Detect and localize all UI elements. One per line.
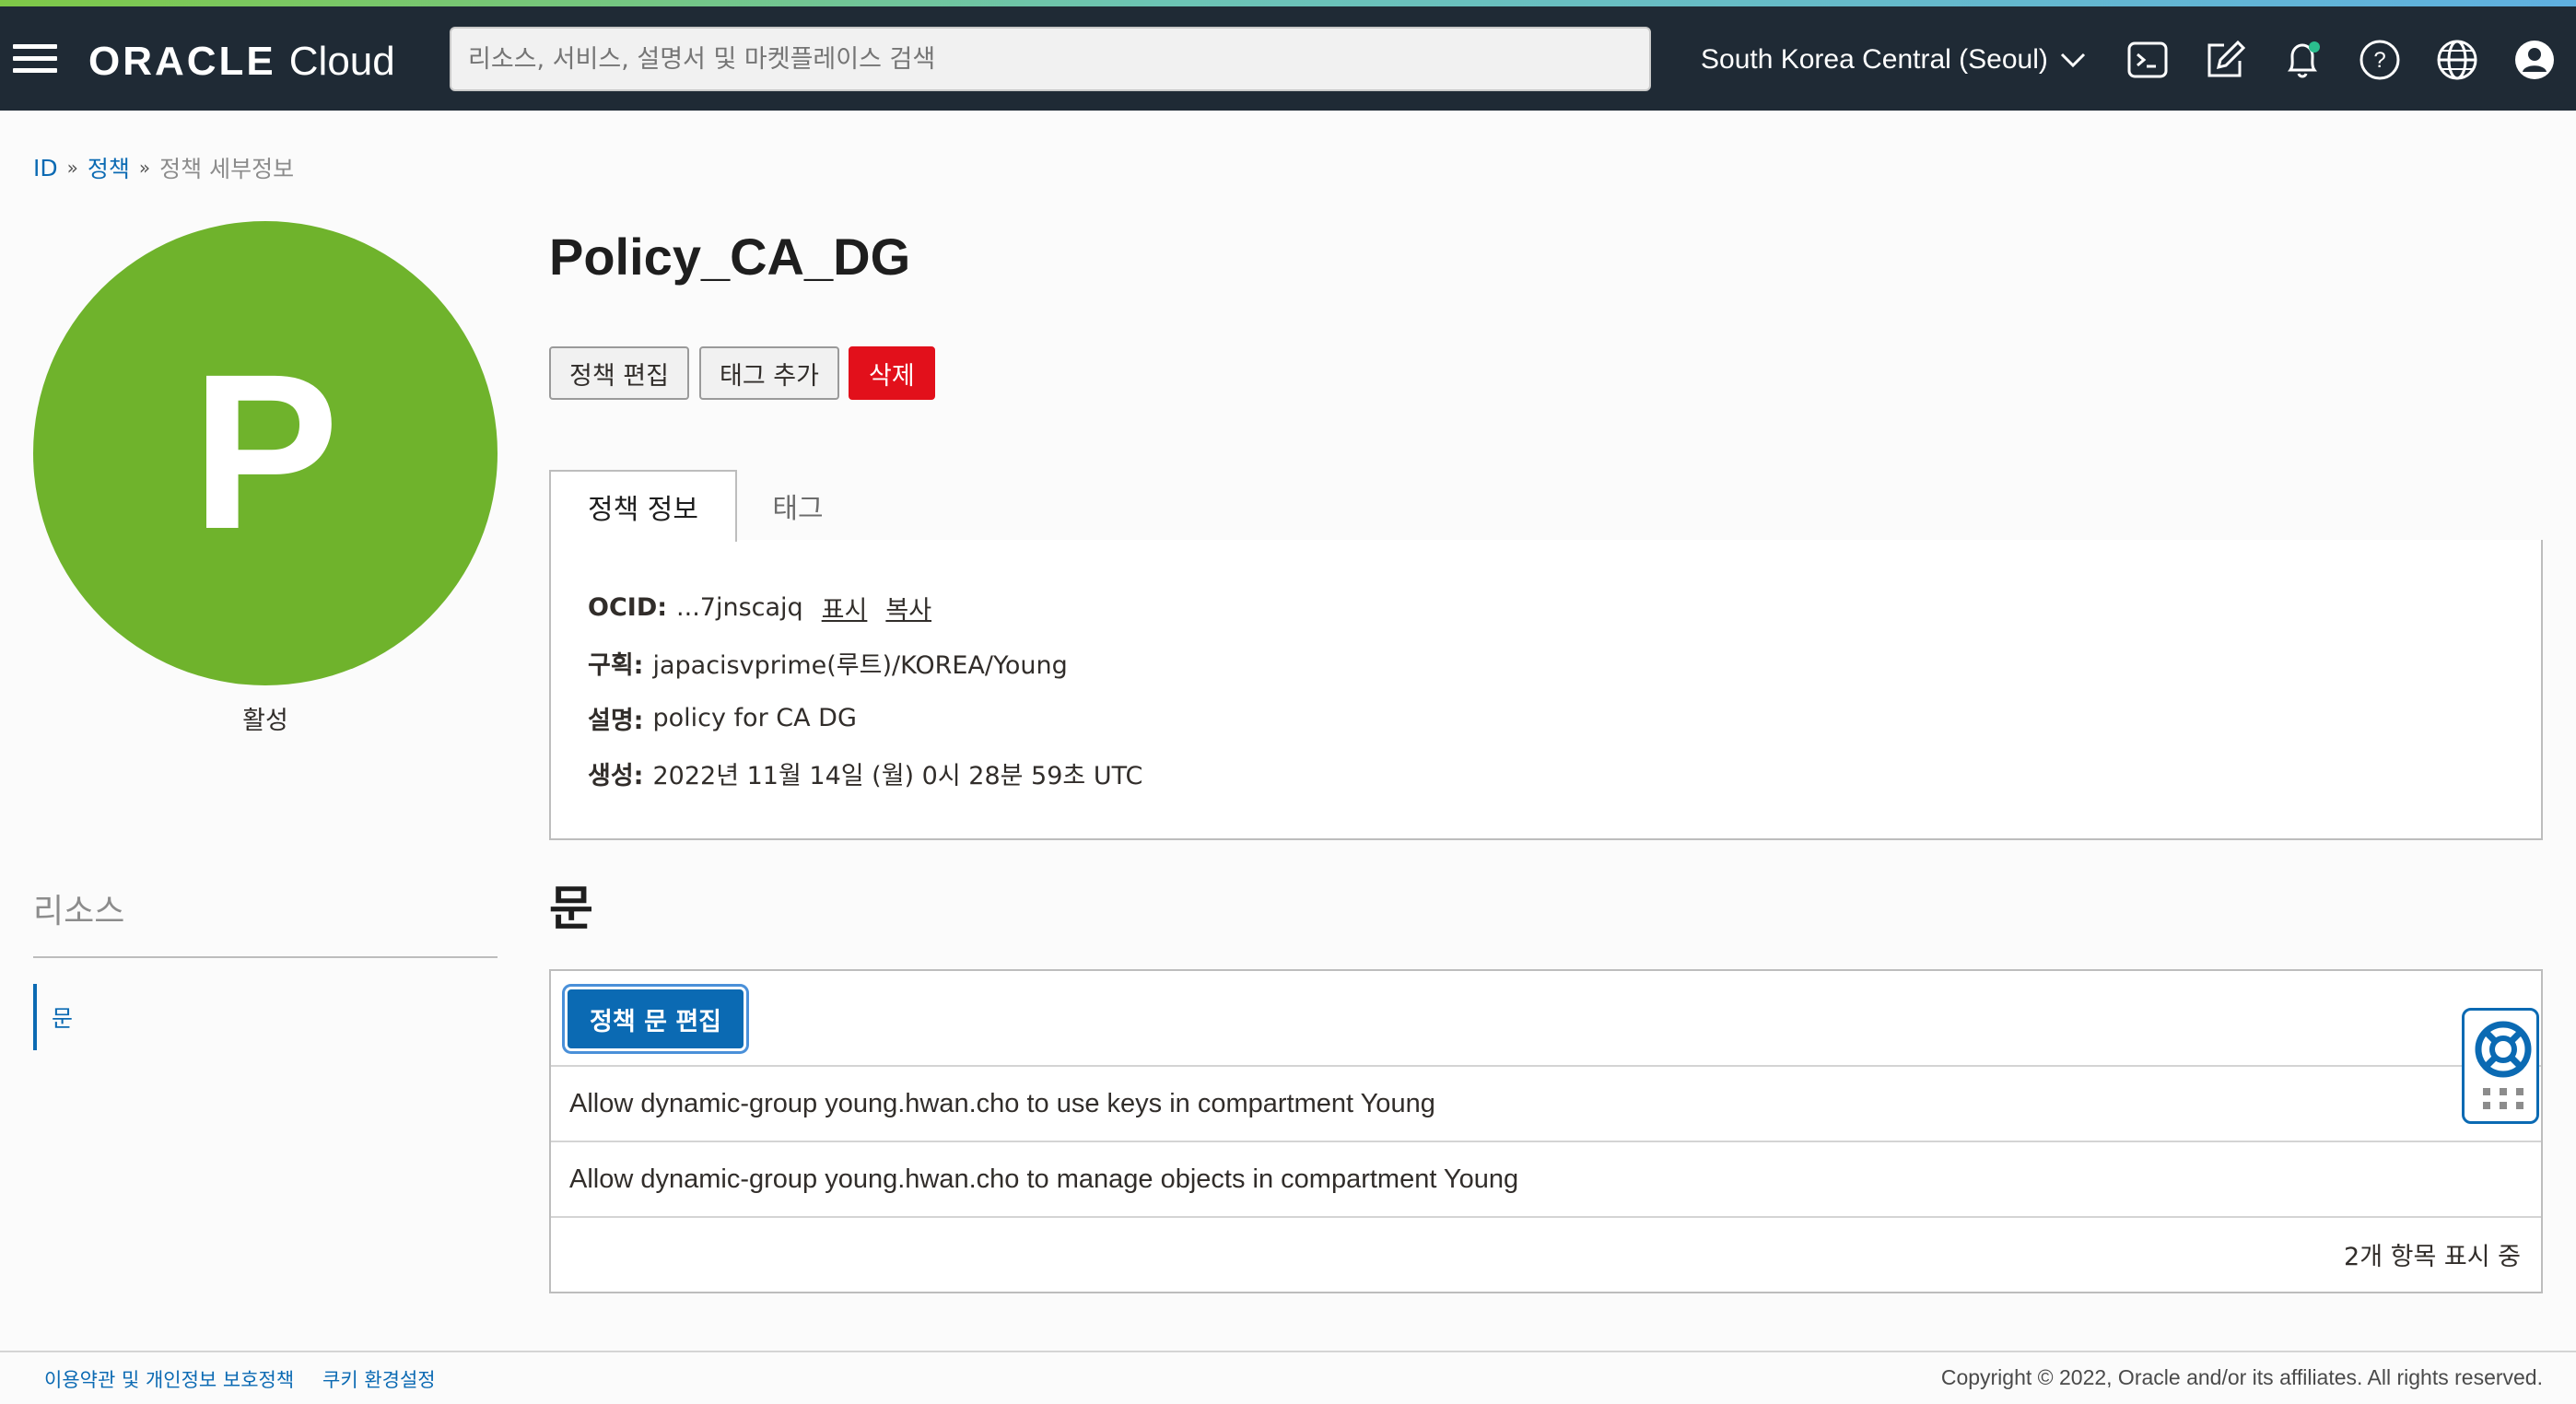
- chevron-down-icon: [2060, 53, 2085, 68]
- description-label: 설명:: [588, 707, 644, 735]
- created-value: 2022년 11월 14일 (월) 0시 28분 59초 UTC: [652, 762, 1143, 790]
- policy-info-panel: OCID: ...7jnscajq 표시 복사 구획: japacisvprim…: [549, 540, 2543, 840]
- breadcrumb-link-id[interactable]: ID: [33, 155, 58, 181]
- tab-tags[interactable]: 태그: [737, 470, 859, 542]
- terms-link[interactable]: 이용약관 및 개인정보 보호정책: [44, 1365, 294, 1393]
- table-row: Allow dynamic-group young.hwan.cho to ma…: [551, 1142, 2541, 1218]
- product-text: Cloud: [288, 39, 395, 84]
- breadcrumb-separator: »: [66, 157, 78, 179]
- region-selector[interactable]: South Korea Central (Seoul): [1701, 34, 2087, 86]
- compartment-label: 구획:: [588, 651, 644, 680]
- edit-policy-button[interactable]: 정책 편집: [549, 346, 689, 400]
- created-label: 생성:: [588, 762, 644, 790]
- statements-table: 정책 문 편집 Allow dynamic-group young.hwan.c…: [549, 969, 2543, 1293]
- footer-divider: [0, 1351, 2576, 1352]
- breadcrumb-current: 정책 세부정보: [159, 156, 295, 182]
- header-bar: ORACLE Cloud South Korea Central (Seoul)…: [0, 6, 2576, 111]
- top-accent-strip: [0, 0, 2576, 6]
- page-title: Policy_CA_DG: [549, 228, 911, 286]
- help-widget[interactable]: [2462, 1008, 2539, 1124]
- breadcrumb-link-policies[interactable]: 정책: [88, 151, 130, 184]
- lifebuoy-icon: [2475, 1021, 2532, 1078]
- edit-icon[interactable]: [2202, 37, 2248, 83]
- description-value: policy for CA DG: [652, 704, 857, 732]
- bell-icon[interactable]: [2279, 37, 2325, 83]
- breadcrumb-separator: »: [138, 157, 151, 179]
- copyright-text: Copyright © 2022, Oracle and/or its affi…: [1940, 1365, 2543, 1389]
- svg-text:?: ?: [2373, 48, 2385, 73]
- ocid-label: OCID:: [588, 593, 668, 622]
- resources-divider: [33, 956, 498, 958]
- delete-button[interactable]: 삭제: [849, 346, 935, 400]
- avatar-letter: P: [191, 328, 340, 575]
- user-icon[interactable]: [2512, 37, 2558, 83]
- oracle-cloud-logo[interactable]: ORACLE Cloud: [88, 34, 395, 89]
- cloud-shell-icon[interactable]: [2125, 37, 2171, 83]
- cookie-preferences-link[interactable]: 쿠키 환경설정: [322, 1365, 436, 1393]
- brand-text: ORACLE: [88, 39, 276, 84]
- add-tags-button[interactable]: 태그 추가: [699, 346, 839, 400]
- compartment-value: japacisvprime(루트)/KOREA/Young: [652, 651, 1068, 680]
- show-ocid-link[interactable]: 표시: [822, 590, 868, 626]
- compartment-row: 구획: japacisvprime(루트)/KOREA/Young: [588, 645, 1068, 681]
- edit-statements-button[interactable]: 정책 문 편집: [568, 989, 744, 1048]
- statements-title: 문: [549, 882, 593, 937]
- copy-ocid-link[interactable]: 복사: [885, 590, 931, 626]
- items-count: 2개 항목 표시 중: [2344, 1243, 2521, 1271]
- resources-item-statements[interactable]: 문: [33, 984, 73, 1050]
- globe-icon[interactable]: [2434, 37, 2480, 83]
- policy-avatar: P: [33, 221, 498, 685]
- description-row: 설명: policy for CA DG: [588, 700, 857, 736]
- created-row: 생성: 2022년 11월 14일 (월) 0시 28분 59초 UTC: [588, 755, 1142, 791]
- menu-icon[interactable]: [13, 44, 57, 74]
- statements-toolbar: 정책 문 편집: [551, 971, 2541, 1067]
- help-icon[interactable]: ?: [2357, 37, 2403, 83]
- status-label: 활성: [242, 707, 288, 735]
- grip-icon[interactable]: [2483, 1088, 2523, 1110]
- tab-policy-info[interactable]: 정책 정보: [549, 470, 737, 542]
- ocid-value: ...7jnscajq: [676, 593, 803, 622]
- ocid-row: OCID: ...7jnscajq 표시 복사: [588, 590, 931, 626]
- breadcrumb: ID » 정책 » 정책 세부정보: [33, 151, 294, 184]
- search-input[interactable]: [450, 27, 1651, 91]
- resources-title: 리소스: [33, 893, 125, 930]
- table-row: Allow dynamic-group young.hwan.cho to us…: [551, 1067, 2541, 1142]
- region-label: South Korea Central (Seoul): [1701, 44, 2048, 75]
